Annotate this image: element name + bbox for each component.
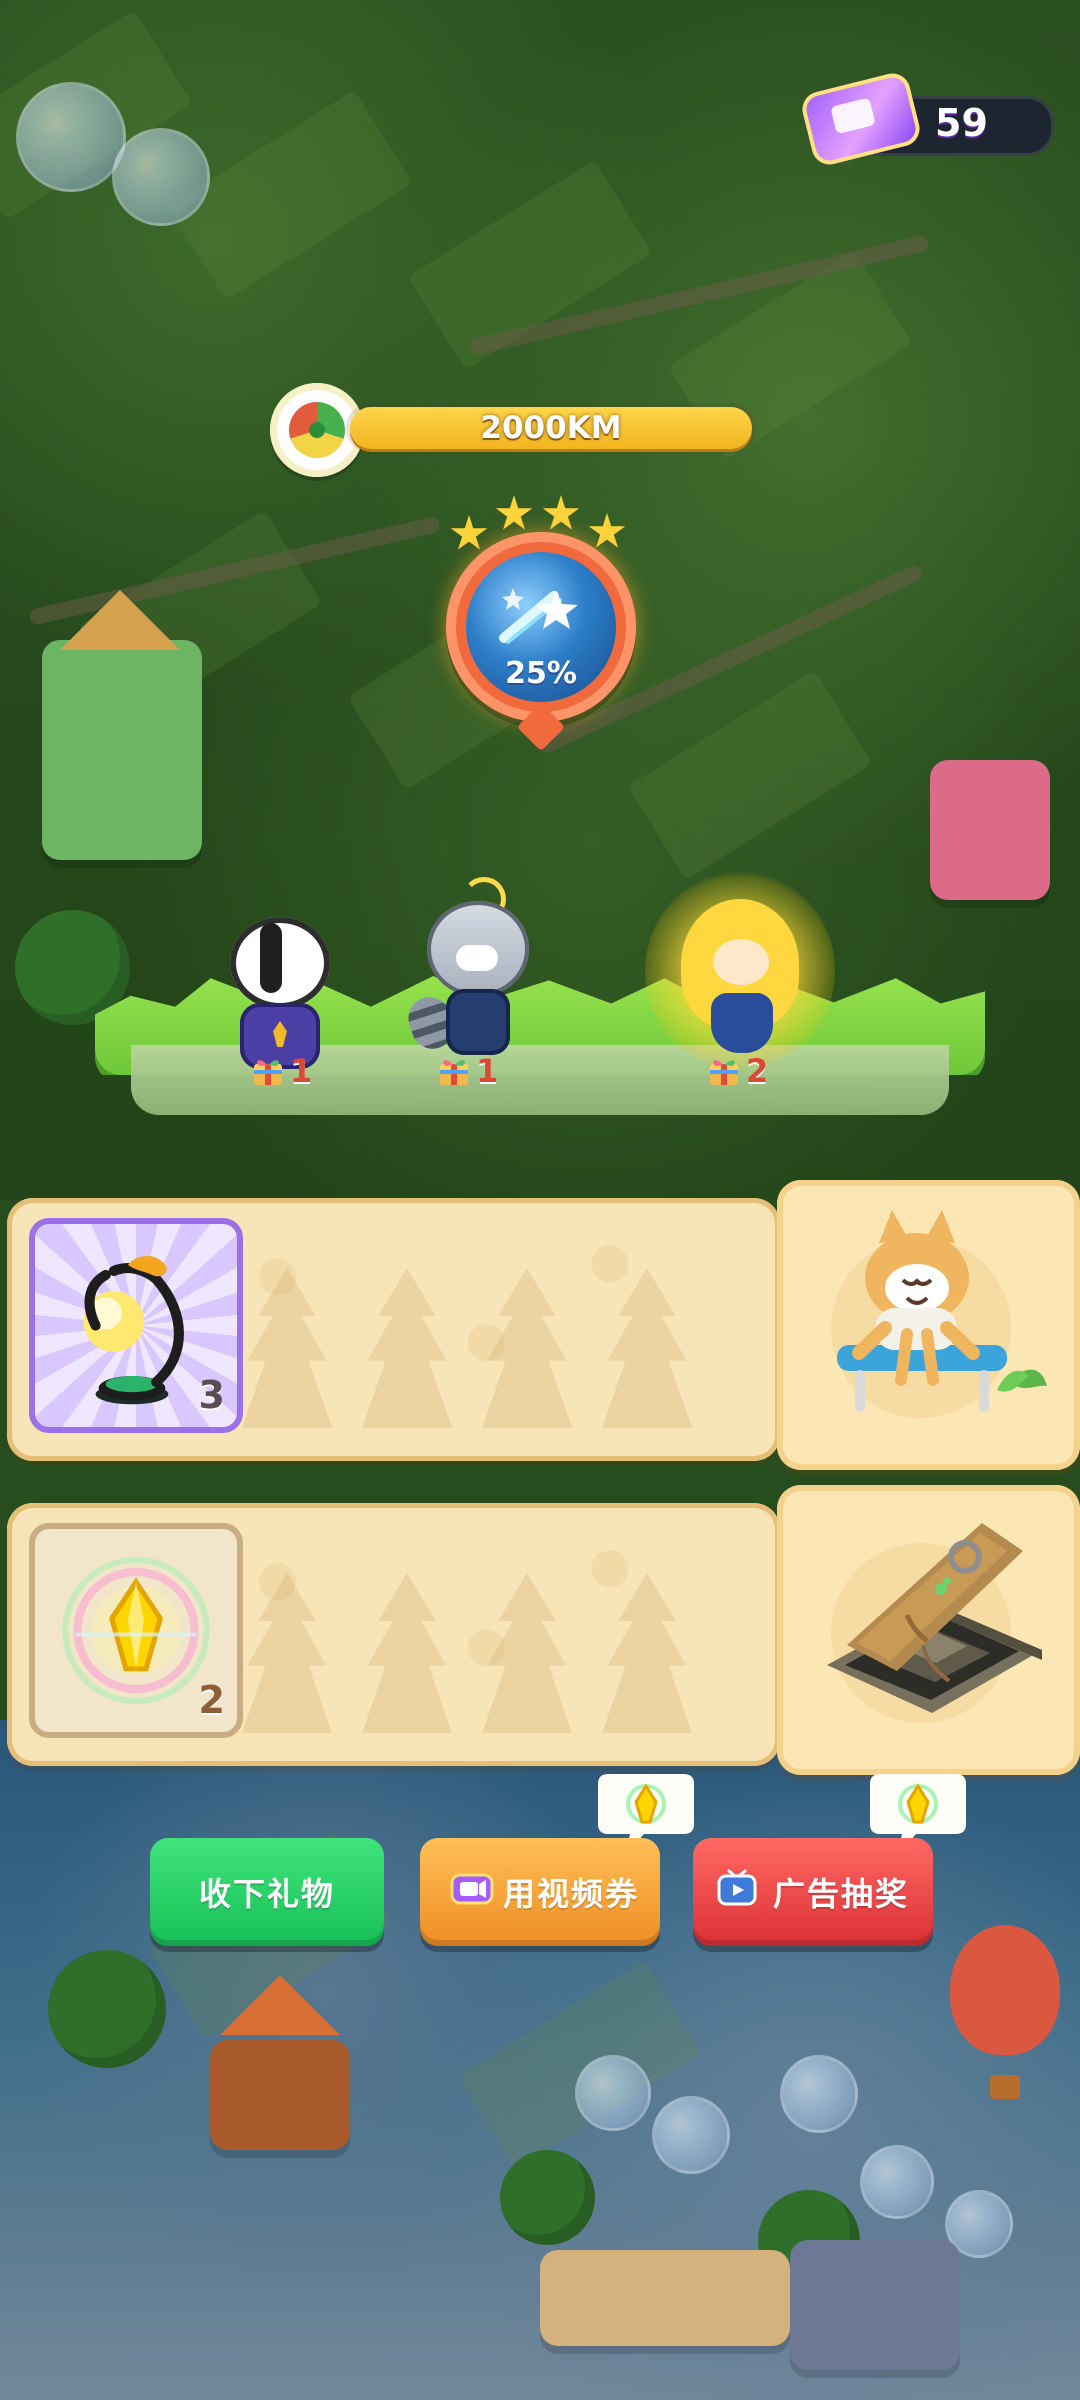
ad-lottery-button[interactable]: 广告抽奖	[693, 1838, 933, 1946]
tree-shape	[482, 1573, 572, 1733]
shooting-star-icon	[499, 588, 578, 644]
character-stage	[95, 871, 985, 1125]
gift-count-label: 1	[290, 1052, 313, 1090]
ticket-count: 59	[935, 101, 988, 145]
star-icon	[450, 515, 488, 550]
building	[42, 640, 202, 860]
star-icon	[542, 495, 580, 530]
gift-count-label: 1	[476, 1052, 499, 1090]
fairy-dress	[711, 993, 773, 1053]
bubble	[652, 2096, 730, 2174]
use-video-ticket-button[interactable]: 用视频券	[420, 1838, 660, 1946]
gift-icon	[254, 1060, 282, 1085]
gift-icon	[710, 1060, 738, 1085]
tree-pattern	[242, 1553, 762, 1733]
tree-shape	[242, 1573, 332, 1733]
gift-icon	[440, 1060, 468, 1085]
reward-item-card[interactable]: 3	[29, 1218, 243, 1433]
progress-badge: 25%	[446, 532, 636, 722]
distance-progress: 2000KM	[270, 383, 770, 477]
tree-shape	[362, 1573, 452, 1733]
building-roof	[220, 1975, 340, 2035]
progress-percent: 25%	[505, 656, 577, 691]
badger-character	[220, 917, 340, 1077]
building	[210, 2040, 350, 2150]
badger-stripe	[260, 923, 282, 993]
raccoon-body	[446, 989, 510, 1055]
reward-item-count: 3	[198, 1373, 225, 1417]
snow-globe	[112, 128, 210, 226]
tv-icon	[717, 1869, 757, 1906]
building-roof	[60, 590, 180, 650]
ad-lottery-label: 广告抽奖	[773, 1875, 910, 1913]
building	[540, 2250, 790, 2346]
gift-count-label: 2	[746, 1052, 769, 1090]
tree-shape	[602, 1268, 692, 1428]
bubble	[780, 2055, 858, 2133]
collect-gift-label: 收下礼物	[198, 1875, 335, 1913]
building	[930, 760, 1050, 900]
distance-bar: 2000KM	[350, 407, 752, 449]
tree-shape	[242, 1268, 332, 1428]
fairy-face	[713, 939, 769, 985]
bubble	[575, 2055, 651, 2131]
tree-pattern	[242, 1248, 762, 1428]
hot-air-balloon	[950, 1925, 1060, 2099]
star-icon	[588, 513, 626, 548]
reward-item-count: 2	[198, 1678, 225, 1722]
video-ticket-icon	[450, 1873, 494, 1905]
tree-shape	[362, 1268, 452, 1428]
building	[790, 2240, 960, 2370]
reward-item-card[interactable]: 2	[29, 1523, 243, 1738]
reward-preview-trapdoor[interactable]	[777, 1485, 1080, 1775]
raccoon-character	[402, 877, 545, 1077]
use-video-ticket-label: 用视频券	[503, 1875, 640, 1913]
bubble	[860, 2145, 934, 2219]
reward-row-lamp: 3	[7, 1198, 780, 1461]
reward-row-crystal: 2	[7, 1503, 780, 1766]
tree-shape	[482, 1268, 572, 1428]
collect-gift-button[interactable]: 收下礼物	[150, 1838, 384, 1946]
tree	[48, 1950, 166, 2068]
raccoon-face	[456, 945, 498, 971]
tree-shape	[602, 1573, 692, 1733]
snow-globe	[16, 82, 126, 192]
reward-preview-cat-bench[interactable]	[777, 1180, 1080, 1470]
cat-on-bench-icon	[837, 1210, 1047, 1412]
distance-label: 2000KM	[480, 410, 622, 446]
fairy-character	[645, 871, 835, 1077]
star-icon	[495, 495, 533, 530]
tree	[500, 2150, 595, 2245]
trapdoor-stairs-icon	[827, 1523, 1042, 1713]
